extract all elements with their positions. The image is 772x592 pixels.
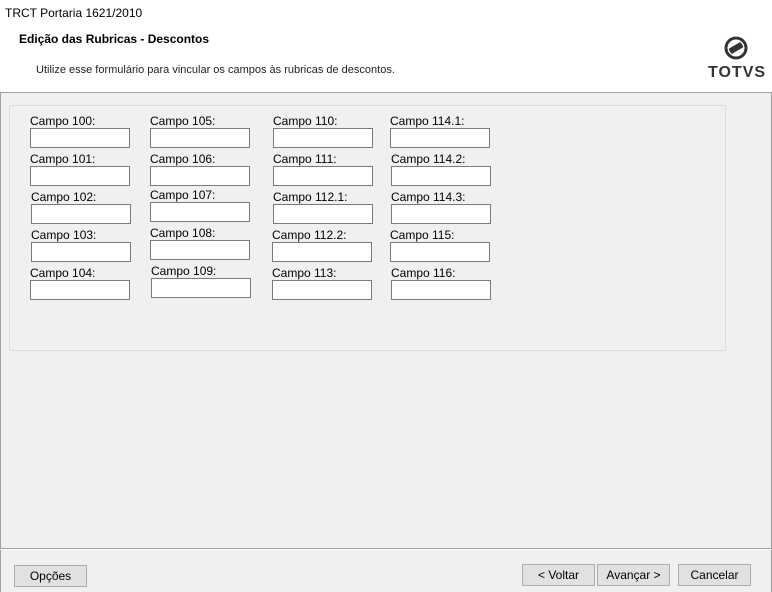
campo-113-input[interactable] bbox=[272, 280, 372, 300]
field-label: Campo 109: bbox=[151, 264, 217, 278]
wizard-header: Edição das Rubricas - Descontos Utilize … bbox=[0, 26, 772, 93]
next-button[interactable]: Avançar > bbox=[597, 564, 670, 586]
field-label: Campo 115: bbox=[390, 228, 455, 242]
field-label: Campo 101: bbox=[30, 152, 96, 166]
field-label: Campo 103: bbox=[31, 228, 97, 242]
campo-102-input[interactable] bbox=[31, 204, 131, 224]
back-button[interactable]: < Voltar bbox=[522, 564, 595, 586]
field-campo-113: Campo 113: bbox=[272, 266, 372, 300]
field-campo-104: Campo 104: bbox=[30, 266, 130, 300]
campo-112-1-input[interactable] bbox=[273, 204, 373, 224]
campo-105-input[interactable] bbox=[150, 128, 250, 148]
field-campo-109: Campo 109: bbox=[151, 264, 251, 298]
campo-108-input[interactable] bbox=[150, 240, 250, 260]
field-campo-105: Campo 105: bbox=[150, 114, 250, 148]
field-label: Campo 102: bbox=[31, 190, 97, 204]
field-label: Campo 107: bbox=[150, 188, 216, 202]
page-title: Edição das Rubricas - Descontos bbox=[19, 32, 210, 46]
field-campo-114-3: Campo 114.3: bbox=[391, 190, 491, 224]
campo-111-input[interactable] bbox=[273, 166, 373, 186]
window-titlebar: TRCT Portaria 1621/2010 bbox=[0, 0, 772, 26]
field-campo-114-1: Campo 114.1: bbox=[390, 114, 490, 148]
options-button[interactable]: Opções bbox=[14, 565, 87, 587]
campo-114-2-input[interactable] bbox=[391, 166, 491, 186]
field-label: Campo 114.2: bbox=[391, 152, 466, 166]
field-campo-108: Campo 108: bbox=[150, 226, 250, 260]
campo-115-input[interactable] bbox=[390, 242, 490, 262]
window-border-left bbox=[0, 92, 1, 592]
campo-112-2-input[interactable] bbox=[272, 242, 372, 262]
field-label: Campo 114.1: bbox=[390, 114, 465, 128]
field-campo-102: Campo 102: bbox=[31, 190, 131, 224]
field-label: Campo 108: bbox=[150, 226, 216, 240]
field-label: Campo 116: bbox=[391, 266, 456, 280]
window-title: TRCT Portaria 1621/2010 bbox=[5, 6, 143, 20]
totvs-logo: TOTVS bbox=[708, 36, 767, 86]
field-campo-115: Campo 115: bbox=[390, 228, 490, 262]
totvs-logo-icon bbox=[724, 36, 748, 60]
campo-100-input[interactable] bbox=[30, 128, 130, 148]
field-label: Campo 110: bbox=[273, 114, 338, 128]
field-label: Campo 112.1: bbox=[273, 190, 348, 204]
campo-114-3-input[interactable] bbox=[391, 204, 491, 224]
field-label: Campo 112.2: bbox=[272, 228, 347, 242]
field-campo-101: Campo 101: bbox=[30, 152, 130, 186]
field-label: Campo 100: bbox=[30, 114, 96, 128]
field-campo-112-1: Campo 112.1: bbox=[273, 190, 373, 224]
field-label: Campo 104: bbox=[30, 266, 96, 280]
campo-109-input[interactable] bbox=[151, 278, 251, 298]
campo-110-input[interactable] bbox=[273, 128, 373, 148]
logo-text: TOTVS bbox=[708, 64, 767, 81]
field-label: Campo 111: bbox=[273, 152, 337, 166]
field-campo-107: Campo 107: bbox=[150, 188, 250, 222]
campo-107-input[interactable] bbox=[150, 202, 250, 222]
campo-103-input[interactable] bbox=[31, 242, 131, 262]
field-label: Campo 114.3: bbox=[391, 190, 466, 204]
page-subtitle: Utilize esse formulário para vincular os… bbox=[36, 64, 395, 76]
campo-104-input[interactable] bbox=[30, 280, 130, 300]
field-campo-110: Campo 110: bbox=[273, 114, 373, 148]
field-campo-112-2: Campo 112.2: bbox=[272, 228, 372, 262]
field-campo-116: Campo 116: bbox=[391, 266, 491, 300]
field-campo-106: Campo 106: bbox=[150, 152, 250, 186]
field-campo-100: Campo 100: bbox=[30, 114, 130, 148]
field-label: Campo 113: bbox=[272, 266, 337, 280]
campo-114-1-input[interactable] bbox=[390, 128, 490, 148]
field-label: Campo 106: bbox=[150, 152, 216, 166]
field-label: Campo 105: bbox=[150, 114, 216, 128]
field-campo-114-2: Campo 114.2: bbox=[391, 152, 491, 186]
field-campo-103: Campo 103: bbox=[31, 228, 131, 262]
field-campo-111: Campo 111: bbox=[273, 152, 373, 186]
campo-116-input[interactable] bbox=[391, 280, 491, 300]
campo-101-input[interactable] bbox=[30, 166, 130, 186]
footer-divider-highlight bbox=[0, 549, 772, 550]
cancel-button[interactable]: Cancelar bbox=[678, 564, 751, 586]
campo-106-input[interactable] bbox=[150, 166, 250, 186]
